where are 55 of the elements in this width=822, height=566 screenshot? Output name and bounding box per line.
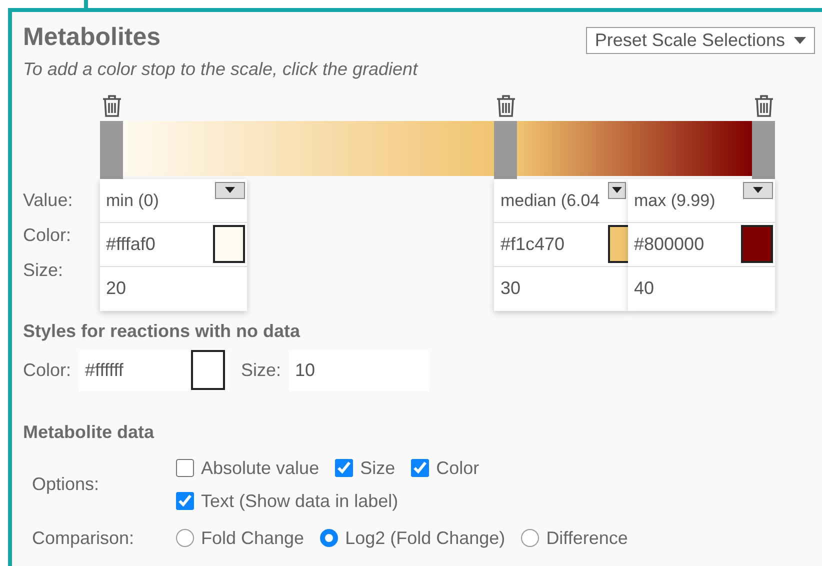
option-label[interactable]: Fold Change <box>201 524 304 552</box>
caret-icon <box>794 36 806 44</box>
dropdown-button[interactable] <box>215 182 245 199</box>
option-label[interactable]: Absolute value <box>201 454 320 482</box>
value-text: median (6.04 <box>500 190 600 212</box>
trash-icon[interactable] <box>495 94 518 118</box>
checkbox[interactable] <box>176 492 194 510</box>
size-label: Size: <box>241 358 282 382</box>
color-swatch[interactable] <box>741 225 773 264</box>
trash-icon[interactable] <box>101 94 123 118</box>
color-swatch[interactable] <box>191 350 226 390</box>
dropdown-button[interactable] <box>743 182 773 199</box>
caret-icon <box>753 187 763 194</box>
panel-title: Metabolites <box>23 22 161 52</box>
stop-handle[interactable] <box>752 120 775 179</box>
size-value[interactable]: 20 <box>106 275 126 302</box>
color-field[interactable]: #ffffff <box>85 356 124 384</box>
option-label[interactable]: Text (Show data in label) <box>201 488 398 515</box>
size-value[interactable]: 40 <box>634 275 654 302</box>
checkbox[interactable] <box>335 459 354 478</box>
color-swatch[interactable] <box>608 225 628 264</box>
color-value[interactable]: #fffaf0 <box>106 230 156 258</box>
size-value[interactable]: 30 <box>500 275 520 302</box>
section-heading: Styles for reactions with no data <box>23 320 302 344</box>
row-label: Value: <box>23 188 73 212</box>
comparison-label: Comparison: <box>32 528 134 548</box>
caret-icon <box>225 187 235 194</box>
options-label: Options: <box>32 474 100 494</box>
radio-button[interactable] <box>521 529 540 548</box>
checkbox[interactable] <box>176 459 194 478</box>
radio-button[interactable] <box>176 529 194 548</box>
instruction-text: To add a color stop to the scale, click the gradient <box>23 58 420 81</box>
row-label: Size: <box>23 258 64 282</box>
option-label[interactable]: Log2 (Fold Change) <box>345 524 506 552</box>
radio-button[interactable] <box>320 529 338 548</box>
option-label[interactable]: Color <box>436 454 480 482</box>
option-label[interactable]: Difference <box>546 524 628 552</box>
value-text: min (0) <box>106 190 159 212</box>
dropdown-button[interactable] <box>608 182 626 199</box>
color-value[interactable]: #f1c470 <box>500 230 565 258</box>
gradient-bar[interactable] <box>517 120 752 176</box>
size-field[interactable]: 10 <box>289 350 430 391</box>
color-value[interactable]: #800000 <box>634 230 704 258</box>
trash-icon[interactable] <box>753 94 775 118</box>
value-text: max (9.99) <box>634 190 716 212</box>
section-heading: Metabolite data <box>23 420 156 444</box>
caret-icon <box>612 187 622 194</box>
color-label: Color: <box>23 358 72 382</box>
checkbox[interactable] <box>411 459 430 478</box>
row-label: Color: <box>23 224 72 247</box>
stop-handle[interactable] <box>100 120 123 179</box>
stop-handle[interactable] <box>494 120 518 179</box>
option-label[interactable]: Size <box>360 454 396 482</box>
color-swatch[interactable] <box>213 225 245 264</box>
preset-dropdown[interactable]: Preset Scale Selections <box>586 26 815 54</box>
